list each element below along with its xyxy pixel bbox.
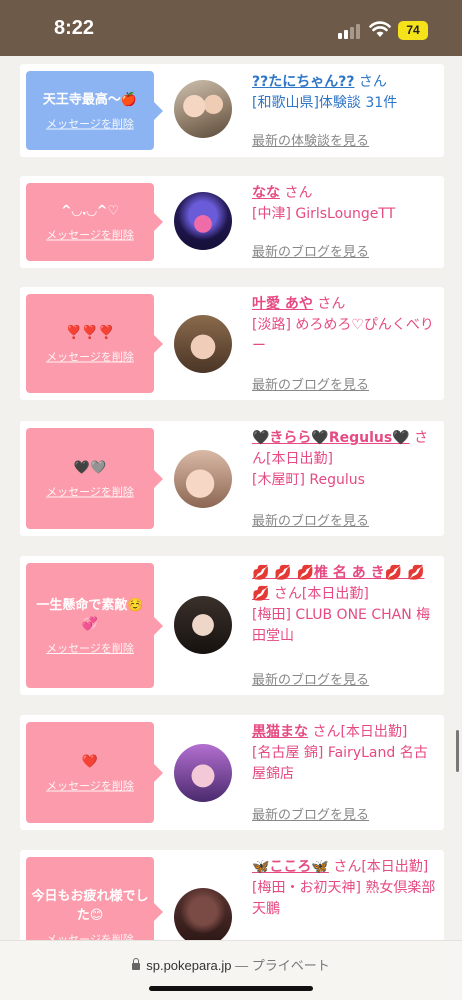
message-text: 一生懸命で素敵☺️💞 [36, 597, 144, 632]
profile-name-link[interactable]: 黒猫まな [252, 724, 308, 740]
honorific: さん[本日出勤] [269, 586, 369, 602]
shop-detail: [淡路] めろめろ♡ぴんくべりー [252, 317, 434, 354]
list-item: 天王寺最高〜🍎 メッセージを削除 ??たにちゃん?? さん [和歌山県]体験談 … [20, 64, 444, 157]
profile-name-link[interactable]: ??たにちゃん?? [252, 74, 354, 90]
profile-info: ??たにちゃん?? さん [和歌山県]体験談 31件 [252, 72, 440, 114]
latest-link[interactable]: 最新のブログを見る [252, 804, 369, 823]
profile-name-link[interactable]: 叶愛 あや [252, 296, 313, 312]
message-text: 天王寺最高〜🍎 [42, 92, 138, 107]
list-item: ❣️❣️❣️ メッセージを削除 叶愛 あや さん [淡路] めろめろ♡ぴんくべり… [20, 287, 444, 400]
delete-message-link[interactable]: メッセージを削除 [26, 483, 154, 499]
shop-detail: [梅田] CLUB ONE CHAN 梅田堂山 [252, 607, 431, 644]
cellular-signal-icon [338, 23, 362, 39]
shop-detail: [梅田・お初天神] 熟女倶楽部 天鵬 [252, 880, 436, 917]
delete-message-link[interactable]: メッセージを削除 [26, 115, 154, 131]
message-bubble: 🖤🩶 メッセージを削除 [26, 428, 163, 529]
avatar[interactable] [174, 888, 232, 940]
latest-link[interactable]: 最新の体験談を見る [252, 130, 369, 149]
list-item: 一生懸命で素敵☺️💞 メッセージを削除 💋 💋 💋椎 名 あ き💋 💋 💋 さん… [20, 556, 444, 695]
message-bubble: ^◡.◡^♡ メッセージを削除 [26, 183, 163, 261]
latest-link[interactable]: 最新のブログを見る [252, 374, 369, 393]
url-text: sp.pokepara.jp [146, 958, 232, 973]
url-separator: — [231, 958, 252, 973]
delete-message-link[interactable]: メッセージを削除 [26, 348, 154, 364]
latest-link[interactable]: 最新のブログを見る [252, 669, 369, 688]
avatar[interactable] [174, 315, 232, 373]
delete-message-link[interactable]: メッセージを削除 [26, 227, 154, 243]
url-display[interactable]: sp.pokepara.jp — プライベート [0, 955, 462, 974]
message-bubble: 天王寺最高〜🍎 メッセージを削除 [26, 71, 163, 150]
avatar[interactable] [174, 596, 232, 654]
favorites-list[interactable]: 天王寺最高〜🍎 メッセージを削除 ??たにちゃん?? さん [和歌山県]体験談 … [0, 56, 462, 940]
message-text: ❤️ [81, 754, 99, 769]
shop-detail: [名古屋 錦] FairyLand 名古屋錦店 [252, 745, 428, 782]
honorific: さん [354, 74, 387, 90]
profile-info: なな さん [中津] GirlsLoungeTT [252, 183, 440, 225]
message-text: ❣️❣️❣️ [65, 325, 115, 340]
honorific: さん[本日出勤] [328, 859, 429, 875]
shop-detail: [和歌山県]体験談 31件 [252, 95, 398, 111]
honorific: さん[本日出勤] [308, 724, 408, 740]
avatar[interactable] [174, 192, 232, 250]
list-item: 🖤🩶 メッセージを削除 🖤きらら🖤Regulus🖤 さん[本日出勤] [木屋町]… [20, 421, 444, 536]
honorific: さん [280, 185, 313, 201]
latest-link[interactable]: 最新のブログを見る [252, 510, 369, 529]
message-text: 🖤🩶 [73, 460, 107, 475]
message-bubble: 一生懸命で素敵☺️💞 メッセージを削除 [26, 563, 163, 688]
scrollbar[interactable] [456, 730, 459, 772]
list-item: ^◡.◡^♡ メッセージを削除 なな さん [中津] GirlsLoungeTT… [20, 176, 444, 268]
battery-indicator: 74 [398, 21, 428, 40]
status-bar: 8:22 74 [0, 0, 462, 56]
profile-info: 叶愛 あや さん [淡路] めろめろ♡ぴんくべりー [252, 294, 440, 357]
profile-name-link[interactable]: 🦋こころ🦋 [252, 859, 329, 875]
status-time: 8:22 [54, 17, 95, 39]
profile-info: 黒猫まな さん[本日出勤] [名古屋 錦] FairyLand 名古屋錦店 [252, 722, 440, 785]
list-item: 今日もお疲れ様でした😊 メッセージを削除 🦋こころ🦋 さん[本日出勤] [梅田・… [20, 850, 444, 940]
profile-info: 🖤きらら🖤Regulus🖤 さん[本日出勤] [木屋町] Regulus [252, 428, 440, 491]
profile-name-link[interactable]: 🖤きらら🖤Regulus🖤 [252, 430, 410, 446]
home-indicator[interactable] [149, 986, 313, 991]
wifi-icon [369, 21, 391, 37]
honorific: さん [312, 296, 346, 312]
delete-message-link[interactable]: メッセージを削除 [26, 640, 154, 656]
profile-name-link[interactable]: なな [252, 185, 280, 201]
delete-message-link[interactable]: メッセージを削除 [26, 931, 154, 940]
browser-address-bar[interactable]: sp.pokepara.jp — プライベート [0, 940, 462, 1000]
shop-detail: [木屋町] Regulus [252, 472, 365, 488]
shop-detail: [中津] GirlsLoungeTT [252, 206, 396, 222]
list-item: ❤️ メッセージを削除 黒猫まな さん[本日出勤] [名古屋 錦] FairyL… [20, 715, 444, 830]
message-bubble: ❤️ メッセージを削除 [26, 722, 163, 823]
lock-icon [132, 958, 141, 970]
profile-info: 🦋こころ🦋 さん[本日出勤] [梅田・お初天神] 熟女倶楽部 天鵬 [252, 857, 440, 920]
message-text: 今日もお疲れ様でした😊 [31, 889, 149, 923]
message-bubble: ❣️❣️❣️ メッセージを削除 [26, 294, 163, 393]
delete-message-link[interactable]: メッセージを削除 [26, 777, 154, 793]
latest-link[interactable]: 最新のブログを見る [252, 241, 369, 260]
message-bubble: 今日もお疲れ様でした😊 メッセージを削除 [26, 857, 163, 940]
avatar[interactable] [174, 744, 232, 802]
avatar[interactable] [174, 450, 232, 508]
message-text: ^◡.◡^♡ [60, 203, 120, 219]
private-mode-label: プライベート [251, 958, 330, 973]
avatar[interactable] [174, 80, 232, 138]
profile-info: 💋 💋 💋椎 名 あ き💋 💋 💋 さん[本日出勤] [梅田] CLUB ONE… [252, 563, 440, 647]
